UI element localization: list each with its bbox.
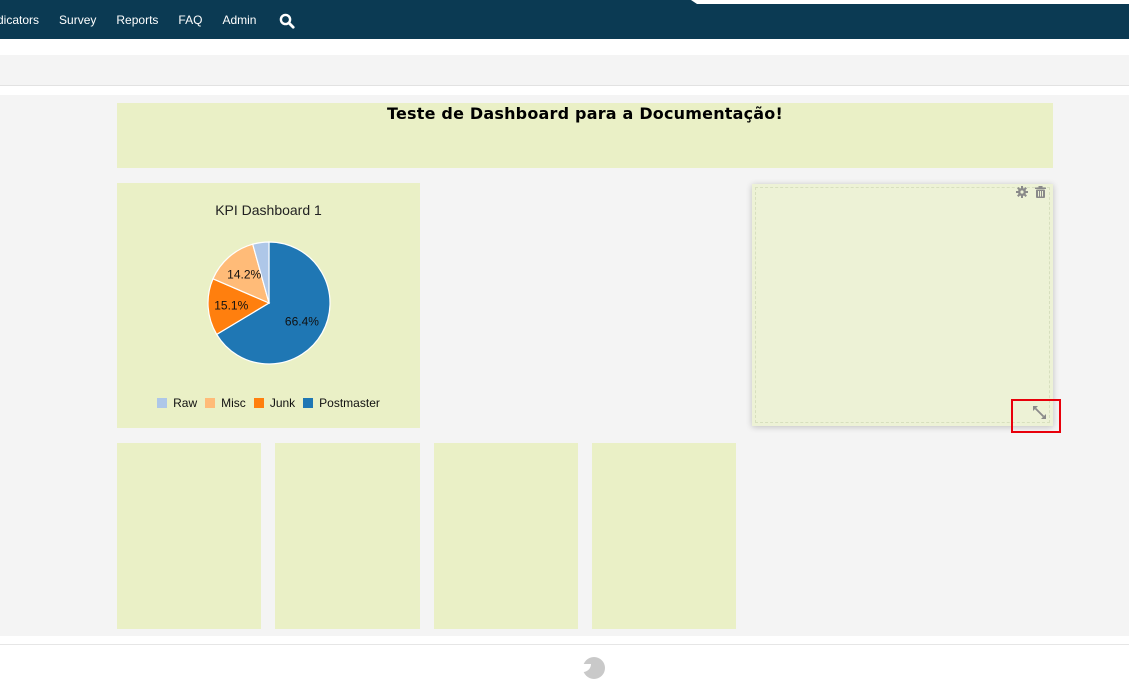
search-icon[interactable] — [279, 13, 296, 29]
dashboard-title: Teste de Dashboard para a Documentação! — [386, 104, 783, 123]
chart-legend: Raw Misc Junk Postmaster — [117, 396, 420, 410]
empty-widget-2[interactable] — [275, 443, 420, 629]
legend-swatch — [303, 398, 314, 408]
legend-label: Misc — [221, 396, 246, 410]
legend-swatch — [205, 398, 216, 408]
widget-drop-area — [755, 187, 1050, 423]
loading-spinner-icon — [581, 657, 605, 679]
legend-item-junk[interactable]: Junk — [253, 396, 296, 410]
nav-item-indicators[interactable]: dicators — [0, 13, 39, 27]
selected-widget[interactable] — [752, 184, 1053, 426]
legend-label: Junk — [269, 396, 296, 410]
nav-item-survey[interactable]: Survey — [59, 13, 96, 27]
pie-label-postmaster: 66.4% — [285, 315, 319, 329]
resize-icon[interactable] — [1033, 406, 1046, 419]
legend-item-raw[interactable]: Raw — [157, 396, 197, 410]
legend-label: Postmaster — [319, 396, 380, 410]
empty-widget-3[interactable] — [434, 443, 578, 629]
legend-label: Raw — [173, 396, 198, 410]
trash-icon[interactable] — [1035, 186, 1046, 198]
legend-swatch — [157, 398, 168, 408]
pie-label-misc: 14.2% — [227, 267, 261, 281]
kpi-chart-widget[interactable]: KPI Dashboard 1 66.4% 15.1% 14.2% Raw Misc J… — [117, 183, 420, 428]
gear-icon[interactable] — [1016, 186, 1028, 198]
pie-chart: 66.4% 15.1% 14.2% — [207, 241, 331, 365]
legend-swatch — [253, 398, 264, 408]
nav-item-admin[interactable]: Admin — [222, 13, 256, 27]
legend-item-misc[interactable]: Misc — [205, 396, 246, 410]
legend-item-postmaster[interactable]: Postmaster — [303, 396, 380, 410]
main-nav: dicators Survey Reports FAQ Admin — [0, 0, 296, 39]
sub-toolbar — [0, 55, 1129, 86]
chart-title: KPI Dashboard 1 — [215, 202, 322, 218]
pie-label-junk: 15.1% — [214, 298, 248, 312]
empty-widget-4[interactable] — [592, 443, 736, 629]
empty-widget-1[interactable] — [117, 443, 261, 629]
nav-item-faq[interactable]: FAQ — [178, 13, 202, 27]
nav-item-reports[interactable]: Reports — [116, 13, 158, 27]
header-notch — [691, 0, 1129, 4]
top-navigation-bar: dicators Survey Reports FAQ Admin — [0, 0, 1129, 39]
dashboard-title-widget[interactable]: Teste de Dashboard para a Documentação! — [117, 103, 1053, 168]
footer-divider — [0, 644, 1129, 645]
